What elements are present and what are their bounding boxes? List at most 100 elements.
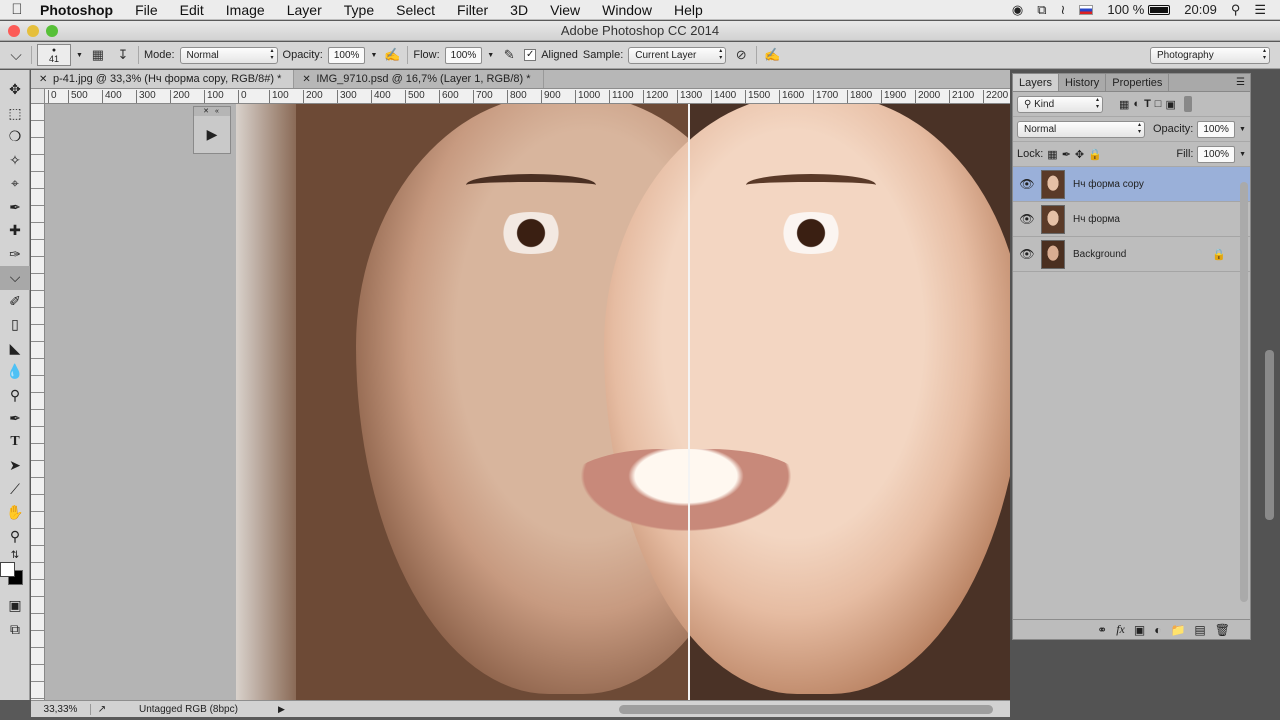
brush-panel-icon[interactable]: ▦: [88, 45, 108, 65]
aligned-checkbox[interactable]: ✓: [524, 49, 537, 61]
status-menu-arrow[interactable]: ▶: [278, 704, 285, 715]
layer-opacity-input[interactable]: 100%: [1197, 120, 1235, 138]
canvas-area[interactable]: [45, 104, 1010, 700]
type-tool-icon[interactable]: T: [0, 431, 30, 455]
menu-edit[interactable]: Edit: [169, 2, 215, 18]
tab-properties[interactable]: Properties: [1106, 74, 1170, 91]
healing-brush-tool-icon[interactable]: ✚: [0, 219, 30, 243]
menu-filter[interactable]: Filter: [446, 2, 499, 18]
eye-icon[interactable]: 👁: [1013, 247, 1041, 261]
zoom-window-button[interactable]: [46, 25, 58, 37]
opacity-input[interactable]: 100%: [327, 46, 366, 64]
clone-source-icon[interactable]: ↧: [113, 45, 133, 65]
brush-preset-picker[interactable]: ● 41: [37, 44, 71, 66]
menu-image[interactable]: Image: [215, 2, 276, 18]
menu-window[interactable]: Window: [591, 2, 663, 18]
filter-kind-select[interactable]: ⚲ Kind: [1017, 95, 1103, 113]
eyedropper-tool-icon[interactable]: ✒: [0, 196, 30, 220]
display-icon[interactable]: ⧉: [1037, 2, 1046, 18]
foreground-color-swatch[interactable]: [0, 562, 15, 577]
ruler-corner[interactable]: [31, 89, 45, 104]
history-brush-tool-icon[interactable]: ✐: [0, 290, 30, 314]
clone-stamp-tool-icon[interactable]: ⌵: [6, 45, 26, 65]
menu-view[interactable]: View: [539, 2, 591, 18]
menu-select[interactable]: Select: [385, 2, 446, 18]
fx-icon[interactable]: fx: [1116, 622, 1125, 637]
eye-icon[interactable]: 👁: [1013, 212, 1041, 226]
paint-bucket-tool-icon[interactable]: ◣: [0, 337, 30, 361]
crop-tool-icon[interactable]: ⌖: [0, 172, 30, 196]
ignore-adjustment-layers-icon[interactable]: ⊘: [731, 45, 751, 65]
tab-layers[interactable]: Layers: [1013, 74, 1060, 91]
document-tab[interactable]: ✕ IMG_9710.psd @ 16,7% (Layer 1, RGB/8) …: [294, 70, 544, 89]
wifi-icon[interactable]: ≀: [1061, 2, 1066, 18]
quick-mask-icon[interactable]: ▣: [0, 594, 30, 618]
flow-dropdown-icon[interactable]: ▼: [487, 52, 494, 59]
eye-icon[interactable]: 👁: [1013, 177, 1041, 191]
opacity-dropdown-icon[interactable]: ▼: [1239, 126, 1246, 133]
panel-menu-icon[interactable]: ☰: [1236, 74, 1250, 91]
screen-mode-icon[interactable]: ⧉: [0, 618, 30, 642]
layer-row[interactable]: 👁 Background 🔒: [1013, 237, 1250, 272]
fill-input[interactable]: 100%: [1197, 145, 1236, 163]
document-tab[interactable]: ✕ p-41.jpg @ 33,3% (Нч форма copy, RGB/8…: [31, 70, 295, 89]
clone-stamp-tool-icon[interactable]: ⌵: [0, 266, 30, 290]
trash-icon[interactable]: 🗑: [1215, 623, 1230, 637]
adjustment-layer-icon[interactable]: ◐: [1154, 623, 1161, 637]
layers-scrollbar[interactable]: [1240, 182, 1248, 602]
lock-pixels-icon[interactable]: ✒: [1062, 148, 1071, 161]
share-icon[interactable]: ↗: [91, 704, 113, 715]
lock-all-icon[interactable]: 🔒: [1088, 148, 1102, 161]
blur-tool-icon[interactable]: 💧: [0, 360, 30, 384]
opacity-dropdown-icon[interactable]: ▼: [370, 52, 377, 59]
airbrush-icon[interactable]: ✎: [499, 45, 519, 65]
battery-icon[interactable]: [1148, 4, 1171, 15]
mini-panel-header[interactable]: ✕ «: [194, 107, 230, 116]
add-mask-icon[interactable]: ▣: [1134, 623, 1145, 637]
layer-row[interactable]: 👁 Нч форма copy: [1013, 167, 1250, 202]
chevron-down-icon[interactable]: ▼: [76, 52, 83, 59]
tab-history[interactable]: History: [1059, 74, 1107, 91]
layer-row[interactable]: 👁 Нч форма: [1013, 202, 1250, 237]
notifications-icon[interactable]: ☰: [1254, 2, 1266, 18]
smart-object-filter-icon[interactable]: ▣: [1165, 98, 1175, 111]
menu-layer[interactable]: Layer: [276, 2, 333, 18]
zoom-tool-icon[interactable]: ⚲: [0, 525, 30, 549]
lasso-tool-icon[interactable]: ❍: [0, 125, 30, 149]
path-selection-tool-icon[interactable]: ➤: [0, 454, 30, 478]
swap-colors-icon[interactable]: ⇅: [0, 548, 30, 562]
close-window-button[interactable]: [8, 25, 20, 37]
adjustment-filter-icon[interactable]: ◐: [1133, 98, 1140, 110]
pen-tool-icon[interactable]: ✒: [0, 407, 30, 431]
record-icon[interactable]: ◉: [1012, 2, 1023, 18]
link-layers-icon[interactable]: ⚭: [1097, 623, 1107, 637]
apple-icon[interactable]: : [0, 1, 34, 18]
minimize-window-button[interactable]: [27, 25, 39, 37]
flag-icon[interactable]: [1079, 4, 1094, 15]
brush-tool-icon[interactable]: ✑: [0, 243, 30, 267]
horizontal-scrollbar[interactable]: [619, 705, 993, 714]
vertical-ruler[interactable]: [31, 104, 45, 700]
dodge-tool-icon[interactable]: ⚲: [0, 384, 30, 408]
close-icon[interactable]: ✕: [39, 70, 47, 89]
document-image[interactable]: [236, 104, 1010, 700]
marquee-tool-icon[interactable]: ⬚: [0, 102, 30, 126]
menu-help[interactable]: Help: [663, 2, 714, 18]
zoom-level[interactable]: 33,33%: [31, 703, 91, 715]
menu-3d[interactable]: 3D: [499, 2, 539, 18]
fill-dropdown-icon[interactable]: ▼: [1239, 151, 1246, 158]
new-layer-icon[interactable]: ▤: [1194, 623, 1205, 637]
menu-file[interactable]: File: [124, 2, 169, 18]
menu-app[interactable]: Photoshop: [34, 2, 124, 18]
filter-toggle[interactable]: [1183, 96, 1192, 112]
spotlight-icon[interactable]: ⚲: [1231, 2, 1241, 18]
eraser-tool-icon[interactable]: ▯: [0, 313, 30, 337]
pressure-size-icon[interactable]: ✍: [762, 45, 782, 65]
toolbar-grip[interactable]: [0, 70, 29, 78]
lock-position-icon[interactable]: ✥: [1075, 148, 1084, 161]
close-icon[interactable]: ✕: [302, 70, 310, 89]
line-tool-icon[interactable]: ⟋: [0, 478, 30, 502]
menu-type[interactable]: Type: [333, 2, 385, 18]
flow-input[interactable]: 100%: [444, 46, 483, 64]
sample-select[interactable]: Current Layer: [628, 46, 727, 64]
